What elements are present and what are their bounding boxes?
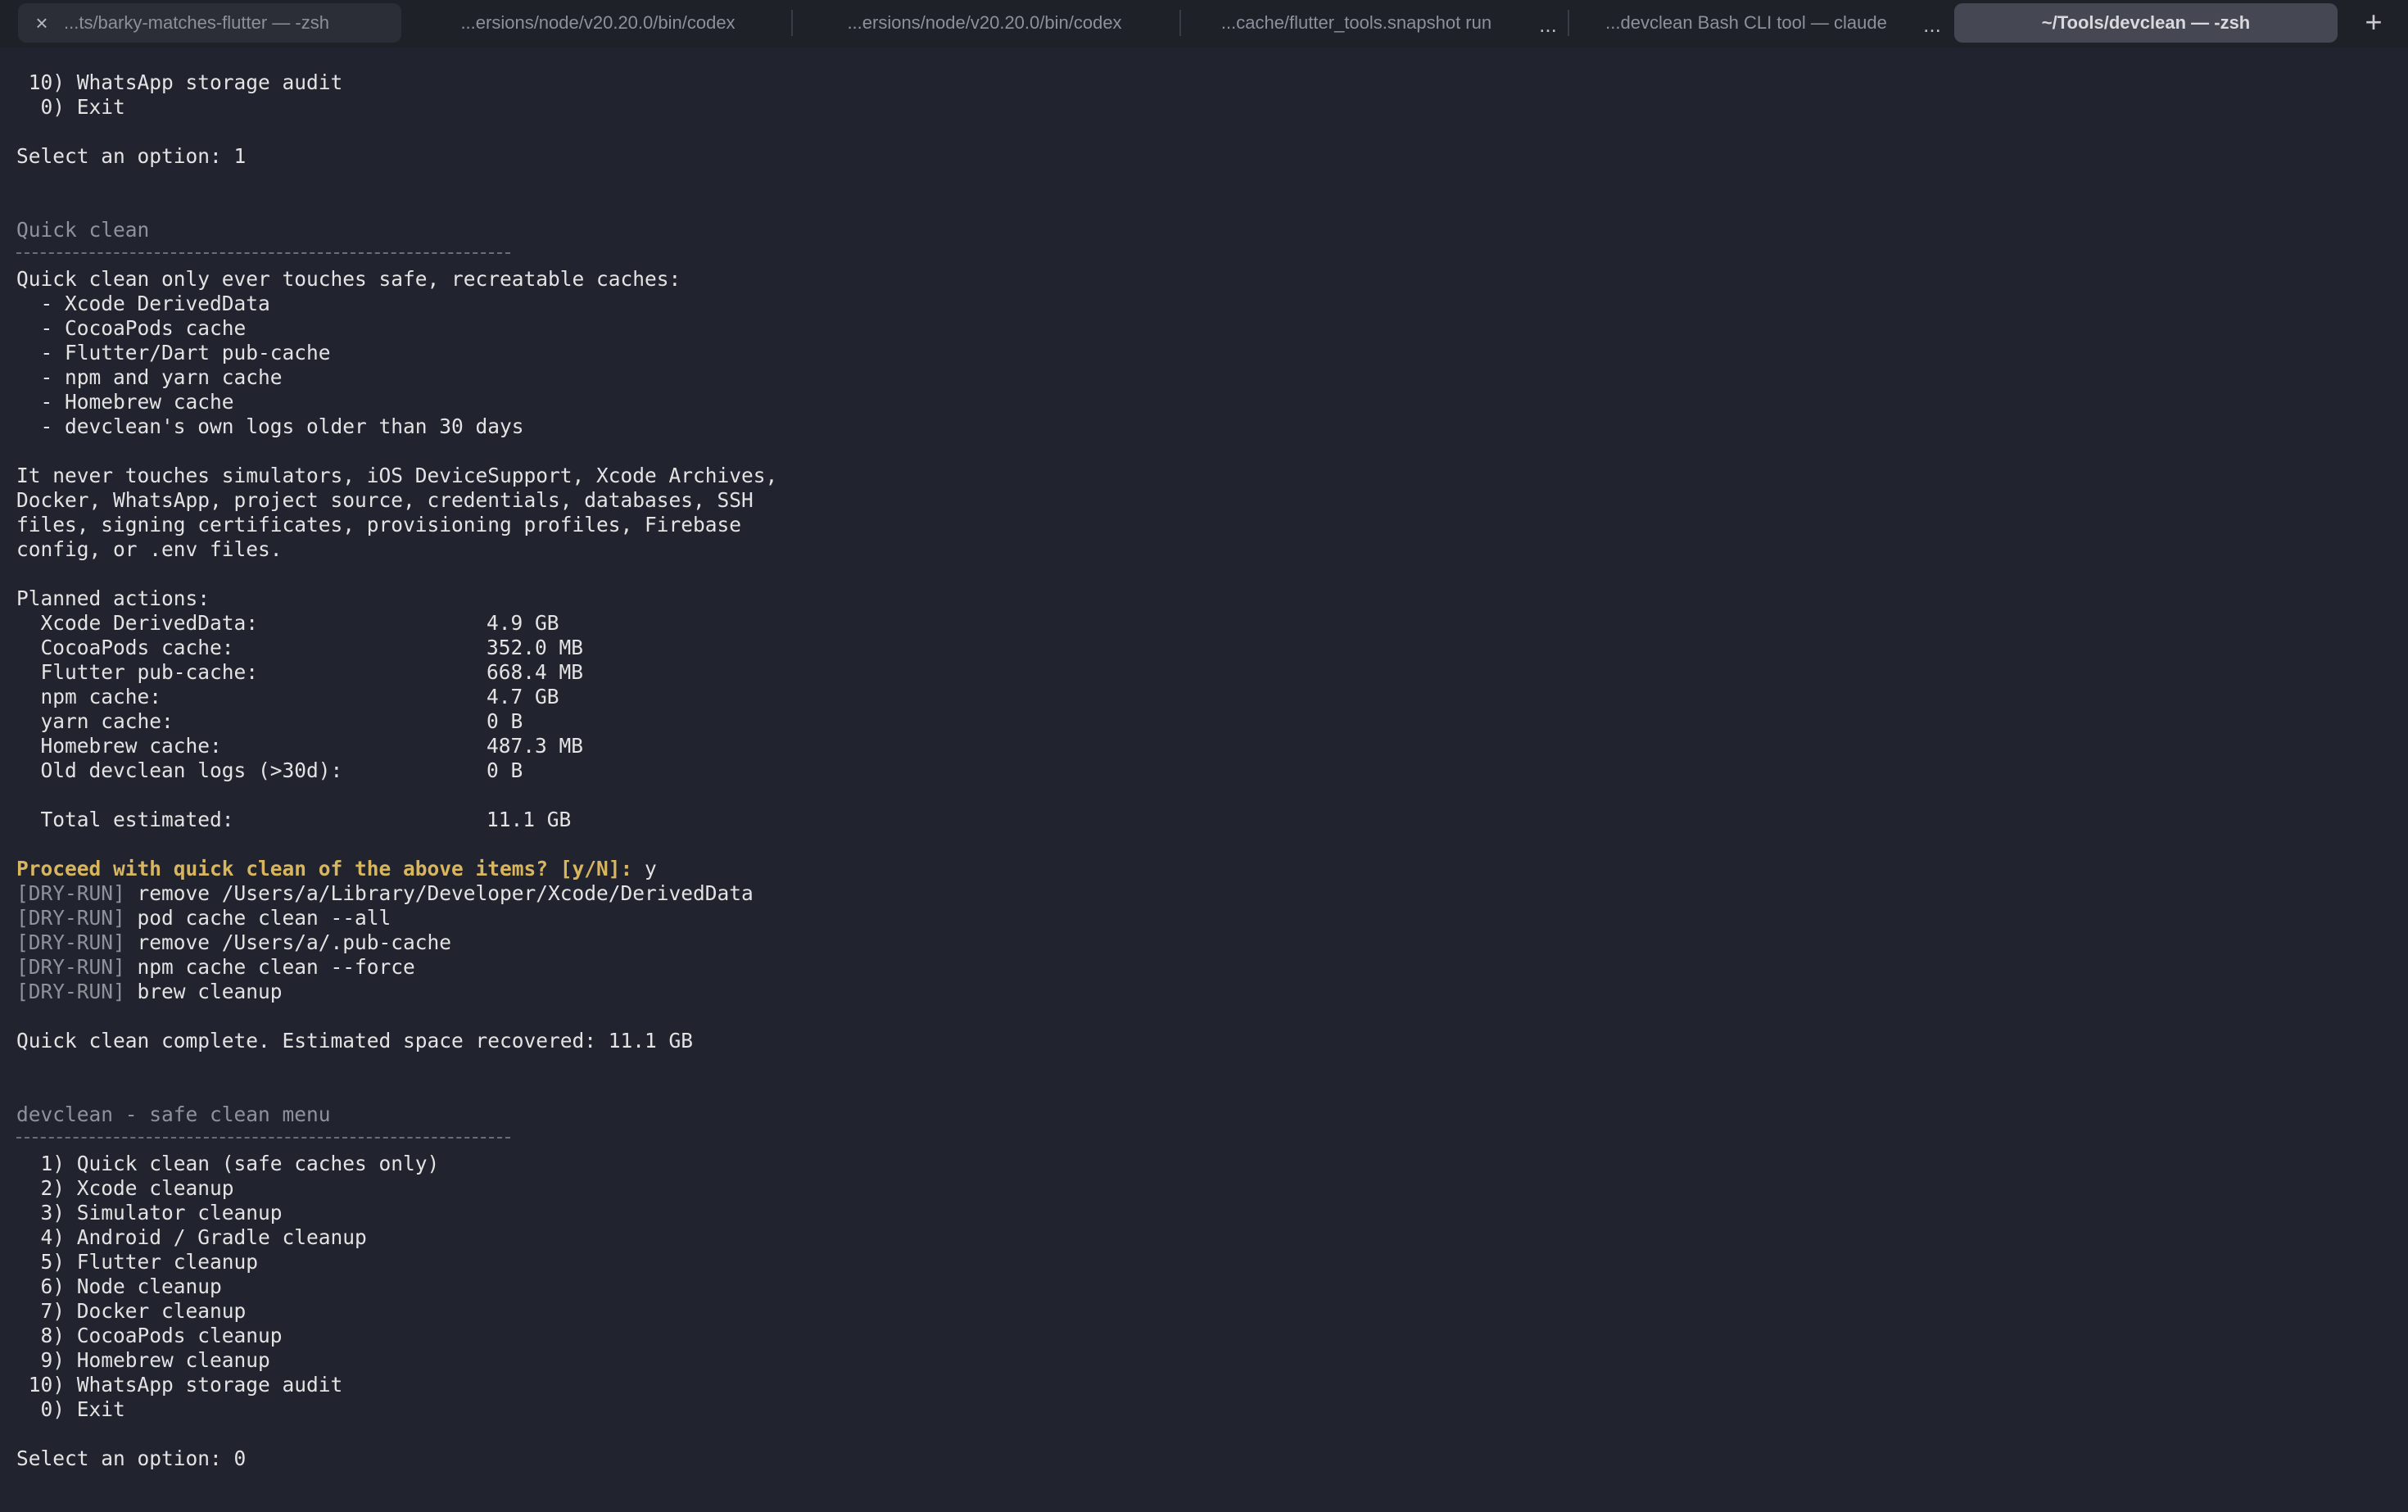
dry-run-tag: [DRY-RUN]: [16, 881, 125, 905]
warning-text: files, signing certificates, provisionin…: [16, 513, 742, 536]
planned-size: 668.4 MB: [487, 660, 584, 684]
menu-item: 6) Node cleanup: [16, 1274, 222, 1298]
dry-run-command: npm cache clean --force: [124, 955, 415, 979]
dry-run-tag: [DRY-RUN]: [16, 906, 125, 930]
dry-run-tag: [DRY-RUN]: [16, 930, 125, 954]
dry-run-tag: [DRY-RUN]: [16, 980, 125, 1003]
safe-item: - Flutter/Dart pub-cache: [16, 341, 331, 364]
safe-item: - devclean's own logs older than 30 days: [16, 414, 524, 438]
option-prompt: Select an option: 0: [16, 1446, 247, 1470]
dry-run-line: [DRY-RUN] brew cleanup: [16, 980, 283, 1004]
planned-size: 352.0 MB: [487, 636, 584, 659]
menu-item: 8) CocoaPods cleanup: [16, 1324, 283, 1347]
terminal-output[interactable]: 10) WhatsApp storage audit 0) Exit Selec…: [16, 0, 2392, 1512]
warning-text: It never touches simulators, iOS DeviceS…: [16, 464, 778, 487]
menu-line: 0) Exit: [16, 95, 125, 119]
menu-header: devclean - safe clean menu: [16, 1102, 331, 1126]
planned-label: yarn cache:: [16, 709, 174, 733]
planned-header: Planned actions:: [16, 586, 210, 610]
dry-run-command: brew cleanup: [124, 980, 283, 1003]
menu-item: 4) Android / Gradle cleanup: [16, 1225, 367, 1249]
menu-item: 0) Exit: [16, 1397, 125, 1421]
confirm-prompt: Proceed with quick clean of the above it…: [16, 857, 633, 880]
menu-item: 9) Homebrew cleanup: [16, 1348, 270, 1372]
confirm-line: Proceed with quick clean of the above it…: [16, 857, 657, 881]
intro-text: Quick clean only ever touches safe, recr…: [16, 267, 681, 291]
menu-item: 1) Quick clean (safe caches only): [16, 1152, 440, 1175]
dry-run-line: [DRY-RUN] npm cache clean --force: [16, 955, 415, 980]
total-size: 11.1 GB: [487, 808, 572, 831]
menu-item: 3) Simulator cleanup: [16, 1201, 283, 1225]
safe-item: - Xcode DerivedData: [16, 292, 270, 315]
safe-item: - Homebrew cache: [16, 390, 234, 414]
dry-run-line: [DRY-RUN] remove /Users/a/Library/Develo…: [16, 881, 754, 906]
warning-text: Docker, WhatsApp, project source, creden…: [16, 488, 754, 512]
planned-label: npm cache:: [16, 685, 162, 708]
planned-label: CocoaPods cache:: [16, 636, 234, 659]
planned-size: 4.7 GB: [487, 685, 559, 708]
planned-size: 4.9 GB: [487, 611, 559, 635]
dry-run-command: pod cache clean --all: [124, 906, 392, 930]
section-header: Quick clean: [16, 218, 150, 242]
planned-label: Xcode DerivedData:: [16, 611, 259, 635]
total-label: Total estimated:: [16, 808, 234, 831]
section-divider: [16, 1137, 510, 1139]
warning-text: config, or .env files.: [16, 537, 283, 561]
planned-size: 0 B: [487, 758, 523, 782]
dry-run-line: [DRY-RUN] remove /Users/a/.pub-cache: [16, 930, 451, 955]
menu-line: 10) WhatsApp storage audit: [16, 70, 343, 94]
planned-label: Homebrew cache:: [16, 734, 222, 758]
option-prompt: Select an option: 1: [16, 144, 247, 168]
complete-message: Quick clean complete. Estimated space re…: [16, 1029, 694, 1053]
dry-run-command: remove /Users/a/Library/Developer/Xcode/…: [124, 881, 754, 905]
planned-size: 0 B: [487, 709, 523, 733]
planned-label: Flutter pub-cache:: [16, 660, 259, 684]
menu-item: 5) Flutter cleanup: [16, 1250, 259, 1274]
menu-item: 7) Docker cleanup: [16, 1299, 247, 1323]
planned-label: Old devclean logs (>30d):: [16, 758, 343, 782]
section-divider: [16, 252, 510, 254]
menu-item: 2) Xcode cleanup: [16, 1176, 234, 1200]
dry-run-command: remove /Users/a/.pub-cache: [124, 930, 452, 954]
menu-item: 10) WhatsApp storage audit: [16, 1373, 343, 1397]
confirm-answer: y: [632, 857, 657, 880]
dry-run-tag: [DRY-RUN]: [16, 955, 125, 979]
dry-run-line: [DRY-RUN] pod cache clean --all: [16, 906, 391, 930]
safe-item: - CocoaPods cache: [16, 316, 247, 340]
planned-size: 487.3 MB: [487, 734, 584, 758]
safe-item: - npm and yarn cache: [16, 365, 283, 389]
